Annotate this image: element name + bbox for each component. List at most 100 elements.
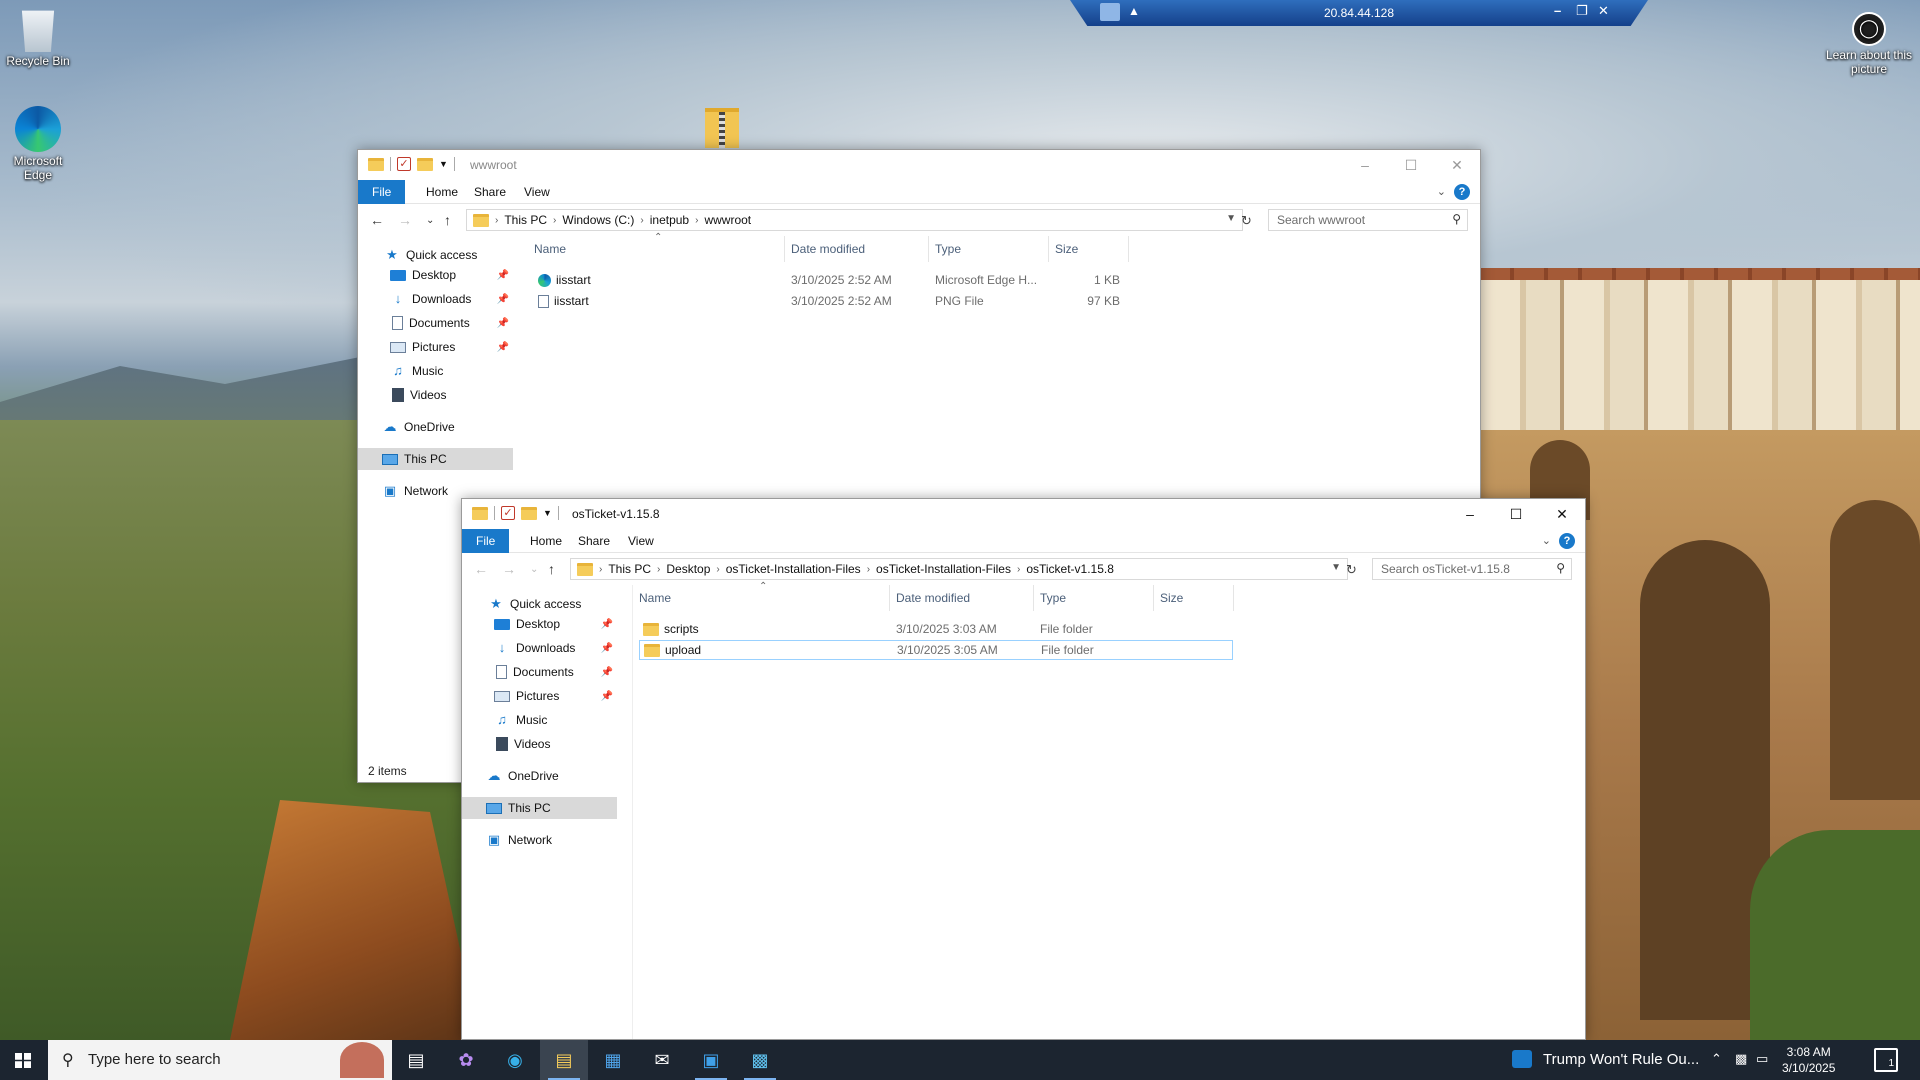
back-button[interactable]: ← xyxy=(474,561,488,577)
tab-view[interactable]: View xyxy=(510,180,564,204)
recent-locations-icon[interactable]: ⌄ xyxy=(426,215,434,226)
minimize-button[interactable]: – xyxy=(1342,150,1388,180)
column-header-date[interactable]: Date modified xyxy=(785,236,929,262)
breadcrumb[interactable]: inetpub xyxy=(650,213,689,227)
customize-qa-icon[interactable]: ▼ xyxy=(439,159,448,169)
nav-this-pc[interactable]: This PC xyxy=(462,797,617,819)
tab-view[interactable]: View xyxy=(614,529,668,553)
start-button[interactable] xyxy=(0,1040,48,1080)
chevron-down-icon[interactable]: ⌄ xyxy=(1437,185,1446,198)
nav-desktop[interactable]: Desktop 📌 xyxy=(462,613,617,635)
search-input[interactable]: Search osTicket-v1.15.8 ⚲ xyxy=(1372,558,1572,580)
pin-icon[interactable]: 📌 xyxy=(601,643,613,654)
nav-downloads[interactable]: ↓ Downloads 📌 xyxy=(358,288,513,310)
new-folder-icon[interactable] xyxy=(521,506,537,520)
rdp-connection-bar[interactable]: ▲ 20.84.44.128 – ❐ ✕ xyxy=(1070,0,1648,26)
nav-documents[interactable]: Documents 📌 xyxy=(462,661,617,683)
properties-icon[interactable]: ✓ xyxy=(501,506,515,520)
network-icon[interactable]: ▭ xyxy=(1756,1051,1768,1067)
recent-locations-icon[interactable]: ⌄ xyxy=(530,564,538,575)
breadcrumb[interactable]: osTicket-v1.15.8 xyxy=(1026,562,1114,576)
restore-icon[interactable]: ❐ xyxy=(1576,3,1588,19)
chevron-down-icon[interactable]: ▼ xyxy=(1226,213,1236,224)
breadcrumb[interactable]: wwwroot xyxy=(704,213,751,227)
minimize-icon[interactable]: – xyxy=(1554,3,1561,18)
nav-pictures[interactable]: Pictures 📌 xyxy=(358,336,513,358)
address-bar[interactable]: › This PC › Desktop › osTicket-Installat… xyxy=(570,558,1348,580)
notification-icon[interactable]: 1 xyxy=(1874,1048,1898,1072)
forward-button[interactable]: → xyxy=(502,561,516,577)
desktop-icon-edge[interactable]: Microsoft Edge xyxy=(0,106,76,182)
forward-button[interactable]: → xyxy=(398,212,412,228)
nav-music[interactable]: ♫ Music xyxy=(358,360,513,382)
table-row[interactable]: upload 3/10/2025 3:05 AM File folder xyxy=(639,640,1233,660)
column-header-name[interactable]: Name xyxy=(633,585,890,611)
properties-icon[interactable]: ✓ xyxy=(397,157,411,171)
nav-pictures[interactable]: Pictures 📌 xyxy=(462,685,617,707)
copilot-icon[interactable]: ✿ xyxy=(442,1040,490,1080)
nav-downloads[interactable]: ↓ Downloads 📌 xyxy=(462,637,617,659)
breadcrumb[interactable]: This PC xyxy=(504,213,547,227)
pin-icon[interactable]: 📌 xyxy=(497,294,509,305)
new-folder-icon[interactable] xyxy=(417,157,433,171)
pin-icon[interactable]: 📌 xyxy=(601,619,613,630)
task-view-icon[interactable]: ▤ xyxy=(392,1040,440,1080)
edge-icon[interactable]: ◉ xyxy=(491,1040,539,1080)
zip-folder-icon[interactable] xyxy=(705,108,739,148)
address-bar[interactable]: › This PC › Windows (C:) › inetpub › www… xyxy=(466,209,1243,231)
refresh-icon[interactable]: ↻ xyxy=(1241,213,1252,229)
help-icon[interactable]: ? xyxy=(1454,184,1470,200)
breadcrumb[interactable]: osTicket-Installation-Files xyxy=(876,562,1011,576)
close-button[interactable]: ✕ xyxy=(1539,499,1585,529)
column-header-date[interactable]: Date modified xyxy=(890,585,1034,611)
file-explorer-icon[interactable]: ▤ xyxy=(540,1040,588,1080)
pin-icon[interactable]: 📌 xyxy=(497,270,509,281)
nav-quick-access[interactable]: ★ Quick access xyxy=(358,244,513,266)
chevron-up-icon[interactable]: ⌃ xyxy=(1711,1051,1722,1067)
close-button[interactable]: ✕ xyxy=(1434,150,1480,180)
column-header-type[interactable]: Type xyxy=(929,236,1049,262)
taskbar-search[interactable]: ⚲ Type here to search xyxy=(48,1040,392,1080)
column-header-name[interactable]: Name xyxy=(528,236,785,262)
table-row[interactable]: iisstart 3/10/2025 2:52 AM PNG File 97 K… xyxy=(534,291,1124,311)
store-icon[interactable]: ▦ xyxy=(589,1040,637,1080)
explorer-window-osticket[interactable]: ✓ ▼ osTicket-v1.15.8 – ☐ ✕ File Home Sha… xyxy=(461,498,1586,1040)
help-icon[interactable]: ? xyxy=(1559,533,1575,549)
chevron-down-icon[interactable]: ⌄ xyxy=(1542,534,1551,547)
nav-videos[interactable]: Videos xyxy=(462,733,617,755)
meet-now-icon[interactable]: ▩ xyxy=(1735,1051,1747,1067)
up-button[interactable]: ↑ xyxy=(548,561,555,577)
up-button[interactable]: ↑ xyxy=(444,212,451,228)
search-input[interactable]: Search wwwroot ⚲ xyxy=(1268,209,1468,231)
learn-about-picture[interactable]: ◯ Learn about this picture xyxy=(1822,12,1916,76)
title-bar[interactable]: ✓ ▼ wwwroot – ☐ ✕ xyxy=(358,150,1480,180)
pin-icon[interactable]: 📌 xyxy=(497,318,509,329)
column-header-type[interactable]: Type xyxy=(1034,585,1154,611)
tab-file[interactable]: File xyxy=(358,180,406,204)
iis-manager-icon[interactable]: ▩ xyxy=(736,1040,784,1080)
nav-documents[interactable]: Documents 📌 xyxy=(358,312,513,334)
title-bar[interactable]: ✓ ▼ osTicket-v1.15.8 – ☐ ✕ xyxy=(462,499,1585,529)
maximize-button[interactable]: ☐ xyxy=(1493,499,1539,529)
breadcrumb[interactable]: Windows (C:) xyxy=(562,213,634,227)
refresh-icon[interactable]: ↻ xyxy=(1346,562,1357,578)
close-icon[interactable]: ✕ xyxy=(1598,3,1609,19)
clock[interactable]: 3:08 AM 3/10/2025 xyxy=(1782,1044,1835,1076)
nav-videos[interactable]: Videos xyxy=(358,384,513,406)
back-button[interactable]: ← xyxy=(370,212,384,228)
breadcrumb[interactable]: Desktop xyxy=(666,562,710,576)
nav-onedrive[interactable]: ☁ OneDrive xyxy=(462,765,617,787)
chevron-down-icon[interactable]: ▼ xyxy=(1331,562,1341,573)
nav-quick-access[interactable]: ★ Quick access xyxy=(462,593,617,615)
pin-icon[interactable]: 📌 xyxy=(497,342,509,353)
nav-onedrive[interactable]: ☁ OneDrive xyxy=(358,416,513,438)
breadcrumb[interactable]: osTicket-Installation-Files xyxy=(726,562,861,576)
nav-music[interactable]: ♫ Music xyxy=(462,709,617,731)
nav-desktop[interactable]: Desktop 📌 xyxy=(358,264,513,286)
table-row[interactable]: scripts 3/10/2025 3:03 AM File folder xyxy=(639,619,1233,639)
server-manager-icon[interactable]: ▣ xyxy=(687,1040,735,1080)
minimize-button[interactable]: – xyxy=(1447,499,1493,529)
customize-qa-icon[interactable]: ▼ xyxy=(543,508,552,518)
column-header-size[interactable]: Size xyxy=(1049,236,1129,262)
nav-this-pc[interactable]: This PC xyxy=(358,448,513,470)
